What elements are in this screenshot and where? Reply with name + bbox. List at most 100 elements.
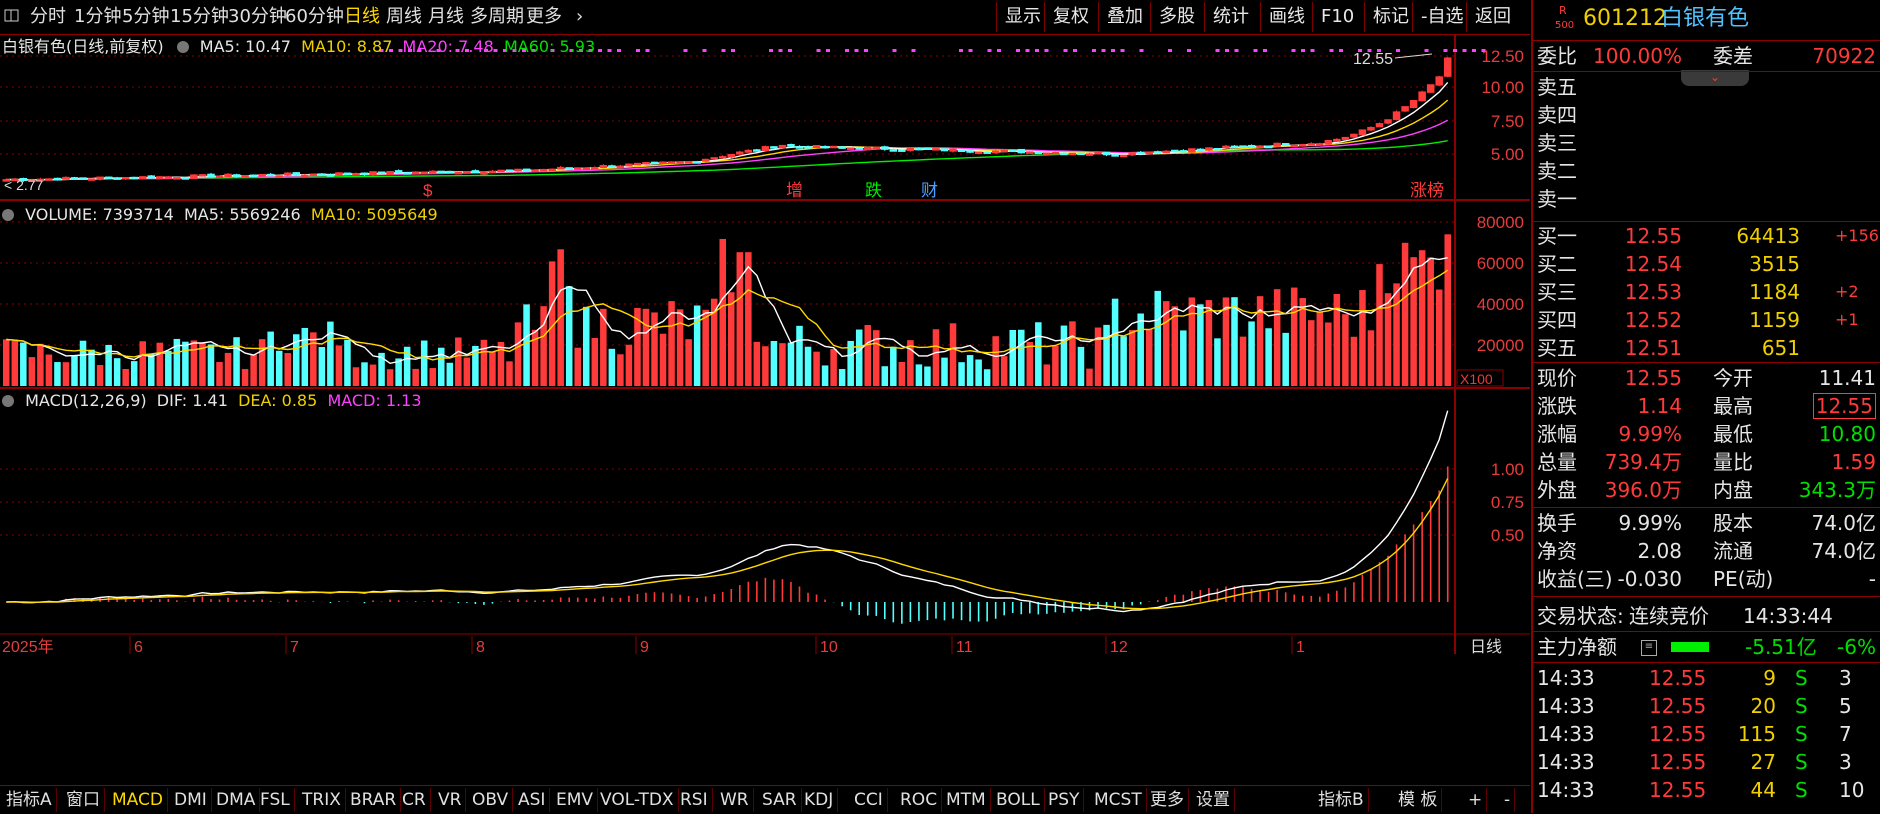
indicator-tab-24[interactable]: 更多 [1146, 788, 1189, 812]
candle [1043, 152, 1051, 155]
indicator-tab-12[interactable]: EMV [552, 788, 599, 812]
indicator-tab-8[interactable]: CR [398, 788, 431, 812]
indicator-tab-22[interactable]: PSY [1044, 788, 1085, 812]
volume-bar [130, 361, 138, 386]
toolbar-button-1[interactable]: 复权 [1044, 2, 1097, 32]
signal-dot [1073, 49, 1077, 52]
period-9[interactable]: 多周期 [470, 0, 524, 34]
fund-value: 74.0亿 [1811, 539, 1876, 563]
indicator-tab-5[interactable]: FSL [256, 788, 295, 812]
period-1[interactable]: 1分钟 [74, 0, 121, 34]
indicator-tab-17[interactable]: KDJ [800, 788, 839, 812]
indicator-tab-4[interactable]: DMA [212, 788, 261, 812]
indicator-tab-18[interactable]: CCI [850, 788, 888, 812]
indicator-tab-2[interactable]: MACD [108, 788, 168, 812]
candle [1051, 151, 1060, 155]
volume-bar [1248, 321, 1255, 386]
toolbar-button-2[interactable]: 叠加 [1098, 2, 1151, 32]
buy-level-2[interactable]: 买二 12.54 3515 [1533, 250, 1880, 278]
window-toggle-icon[interactable] [4, 0, 22, 34]
period-0[interactable]: 分时 [30, 0, 66, 34]
volume-bar [1154, 290, 1161, 386]
indicator-tab-27[interactable]: 模 板 [1394, 788, 1443, 812]
toolbar-button-7[interactable]: 标记 [1364, 2, 1417, 32]
candle [215, 175, 224, 178]
sell-level-3[interactable]: 卖三 [1533, 129, 1880, 157]
sell-level-4[interactable]: 卖四 [1533, 101, 1880, 129]
indicator-tab-20[interactable]: MTM [942, 788, 991, 812]
buy-level-3[interactable]: 买三 12.53 1184 +2 [1533, 278, 1880, 306]
more-chevron-icon[interactable]: › [576, 0, 583, 34]
dif-value: DIF: 1.41 [156, 391, 228, 410]
toolbar-button-6[interactable]: F10 [1312, 2, 1362, 32]
month-label: 8 [476, 639, 485, 656]
indicator-tab-25[interactable]: 设置 [1192, 788, 1235, 812]
volume-bar [88, 349, 95, 386]
tick-count: 5 [1839, 694, 1852, 718]
toolbar-button-4[interactable]: 统计 [1204, 2, 1257, 32]
toolbar-button-0[interactable]: 显示 [996, 2, 1049, 32]
volume-bar [1222, 297, 1230, 386]
indicator-tab-26[interactable]: 指标B [1314, 788, 1369, 812]
details-icon[interactable]: ≡ [1641, 640, 1657, 656]
buy-level-4[interactable]: 买四 12.52 1159 +1 [1533, 306, 1880, 334]
macd-legend: MACD(12,26,9) DIF: 1.41 DEA: 0.85 MACD: … [2, 391, 422, 410]
period-6[interactable]: 日线 [344, 0, 380, 34]
volume-bar [455, 337, 462, 386]
macd-toggle-icon[interactable] [2, 395, 14, 407]
period-2[interactable]: 5分钟 [122, 0, 169, 34]
volume-bar [1325, 322, 1332, 386]
indicator-tab-7[interactable]: BRAR [346, 788, 402, 812]
stat-value: 12.55 [1624, 366, 1682, 390]
indicator-tab-9[interactable]: VR [434, 788, 467, 812]
candle [497, 169, 505, 173]
buy-level-5[interactable]: 买五 12.51 651 [1533, 334, 1880, 362]
indicator-tab-6[interactable]: TRIX [298, 788, 346, 812]
indicator-tab-11[interactable]: ASI [514, 788, 551, 812]
indicator-tab-28[interactable]: + [1464, 788, 1488, 812]
period-4[interactable]: 30分钟 [228, 0, 287, 34]
indicator-tab-29[interactable]: - [1500, 788, 1516, 812]
buy-change: +2 [1835, 282, 1859, 301]
period-7[interactable]: 周线 [386, 0, 422, 34]
volume-toggle-icon[interactable] [2, 209, 14, 221]
sell-level-5[interactable]: 卖五 [1533, 73, 1880, 101]
indicator-tab-3[interactable]: DMI [170, 788, 212, 812]
kline-chart[interactable]: 12.50 10.00 7.50 5.00 80000 60000 40000 20000 X1… [0, 34, 1530, 780]
legend-toggle-icon[interactable] [176, 41, 189, 53]
volume-bar [1103, 324, 1110, 386]
period-10[interactable]: 更多 [526, 0, 562, 34]
sell-level-1[interactable]: 卖一 [1533, 185, 1880, 213]
candle [1264, 145, 1273, 149]
toolbar-button-8[interactable]: -自选 [1412, 2, 1472, 32]
buy-level-1[interactable]: 买一 12.55 64413 +156 [1533, 222, 1880, 250]
toolbar-button-9[interactable]: 返回 [1466, 2, 1519, 32]
toolbar-button-5[interactable]: 画线 [1260, 2, 1313, 32]
macd-value: MACD: 1.13 [327, 391, 422, 410]
tick-side: S [1795, 722, 1808, 746]
volume-bar [932, 329, 940, 386]
indicator-tab-10[interactable]: OBV [468, 788, 514, 812]
period-3[interactable]: 15分钟 [170, 0, 229, 34]
indicator-tab-1[interactable]: 窗口 [62, 788, 105, 812]
indicator-tab-15[interactable]: WR [716, 788, 754, 812]
indicator-tab-13[interactable]: VOL-TDX [596, 788, 679, 812]
indicator-tab-14[interactable]: RSI [676, 788, 713, 812]
signal-dot [1481, 49, 1486, 52]
signal-dot [911, 49, 916, 52]
period-5[interactable]: 60分钟 [285, 0, 344, 34]
ma20-value: MA20: 7.48 [402, 37, 494, 56]
sell-level-2[interactable]: 卖二 [1533, 157, 1880, 185]
indicator-tab-0[interactable]: 指标A [2, 788, 57, 812]
period-8[interactable]: 月线 [428, 0, 464, 34]
indicator-tab-16[interactable]: SAR [758, 788, 802, 812]
stock-code: 601212 [1583, 6, 1667, 31]
indicator-tab-19[interactable]: ROC [896, 788, 943, 812]
indicator-tab-23[interactable]: MCST [1090, 788, 1147, 812]
month-label: 10 [820, 639, 838, 656]
toolbar-button-3[interactable]: 多股 [1150, 2, 1203, 32]
volume-bar [216, 362, 223, 386]
candle [53, 177, 62, 181]
volume-bar [770, 341, 778, 386]
indicator-tab-21[interactable]: BOLL [992, 788, 1045, 812]
